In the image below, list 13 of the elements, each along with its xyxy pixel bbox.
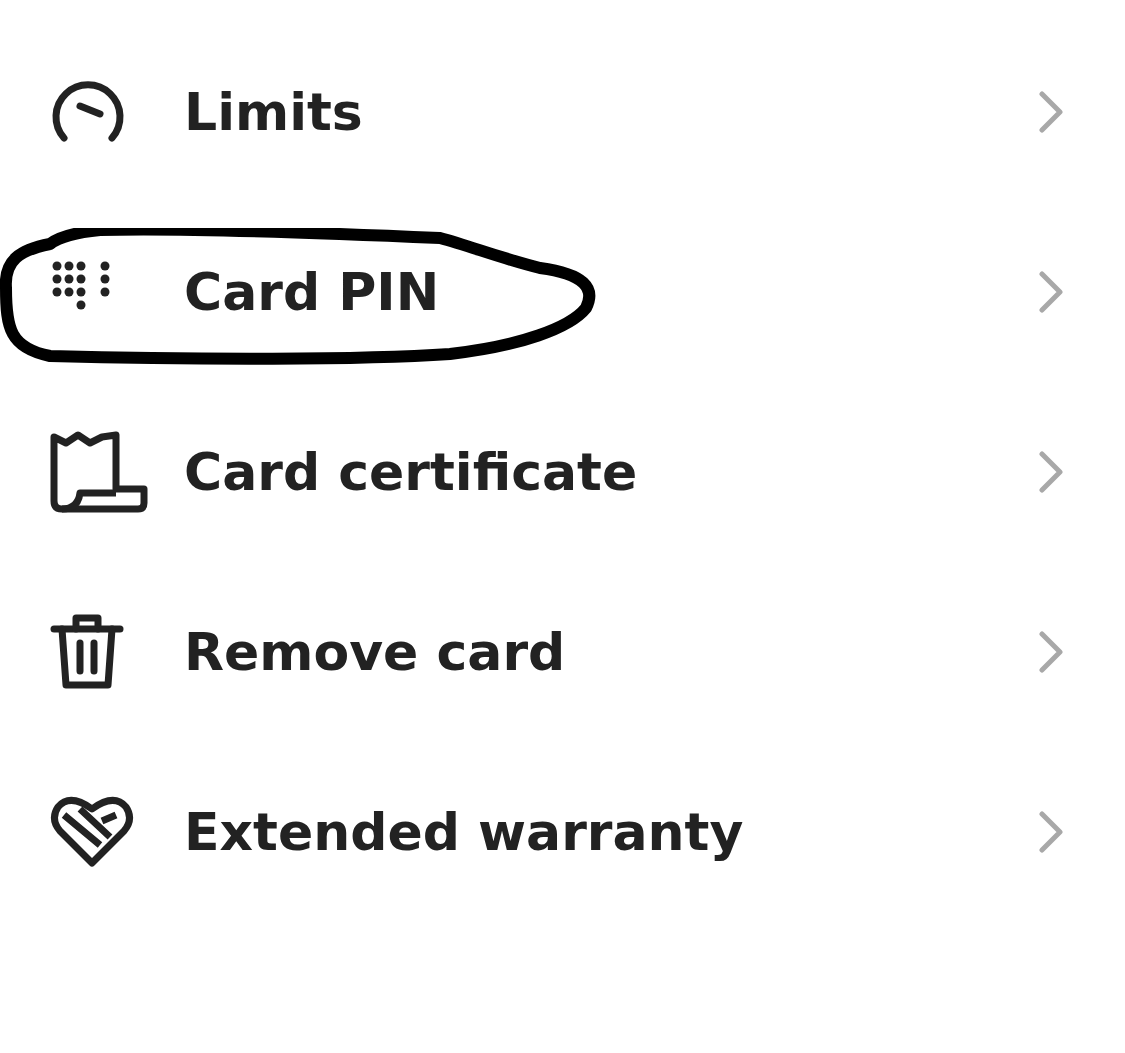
chevron-right-icon [1039, 271, 1063, 313]
chevron-right-icon [1039, 811, 1063, 853]
document-icon [50, 431, 148, 513]
menu-item-label[interactable]: Remove card [184, 613, 1039, 691]
chevron-right-icon [1039, 631, 1063, 673]
heart-icon [50, 795, 134, 869]
menu-item-label[interactable]: Extended warranty [184, 793, 1039, 871]
menu-item-label[interactable]: Card certificate [184, 433, 1039, 511]
menu-item-label[interactable]: Limits [184, 73, 1039, 151]
menu-item-label[interactable]: Card PIN [184, 253, 1039, 331]
trash-icon [50, 613, 124, 691]
chevron-right-icon [1039, 91, 1063, 133]
chevron-right-icon [1039, 451, 1063, 493]
